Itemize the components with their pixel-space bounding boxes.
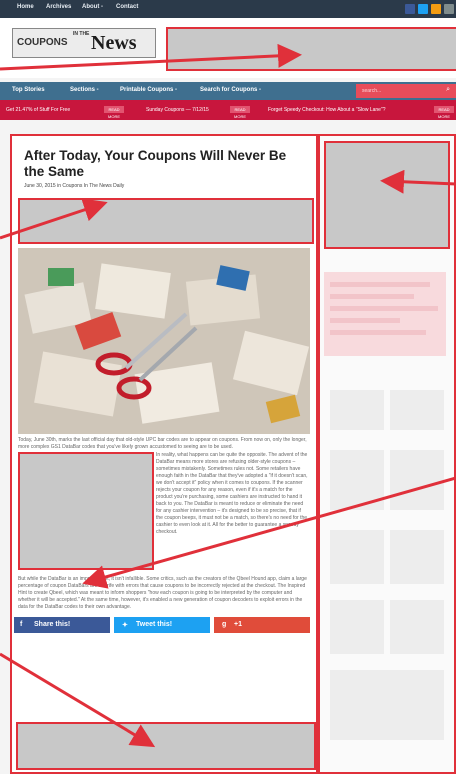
annotation-arrow bbox=[0, 198, 108, 240]
annotation-arrow bbox=[82, 476, 456, 589]
annotation-arrow bbox=[0, 43, 302, 71]
annotation-arrow bbox=[0, 652, 156, 748]
annotation-overlay bbox=[0, 43, 456, 748]
annotation-arrow bbox=[380, 169, 456, 194]
